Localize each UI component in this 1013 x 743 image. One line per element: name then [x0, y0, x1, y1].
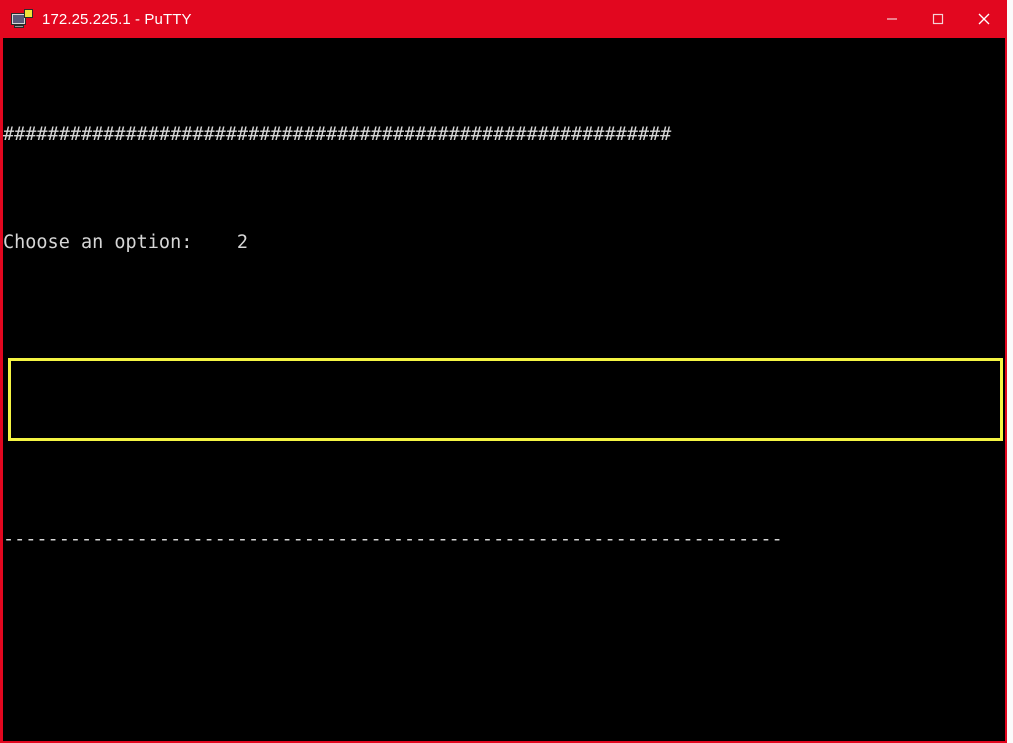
blank-row-2: [3, 418, 1005, 445]
titlebar-left: 172.25.225.1 - PuTTY: [0, 0, 192, 38]
window-controls: [869, 0, 1007, 38]
minimize-button[interactable]: [869, 0, 915, 38]
blank-row-3: [3, 634, 1005, 661]
separator-hash: ########################################…: [3, 124, 672, 145]
desktop-background: [1007, 0, 1013, 743]
previous-prompt-row: Choose an option: 2: [3, 229, 1005, 256]
blank-row-1: [3, 337, 1005, 364]
window-title: 172.25.225.1 - PuTTY: [42, 10, 192, 28]
previous-prompt-label: Choose an option:: [3, 232, 193, 253]
terminal-text-buffer: ########################################…: [3, 38, 1005, 741]
maximize-button[interactable]: [915, 0, 961, 38]
previous-choice-value: 2: [236, 232, 249, 253]
separator-dash-top: ----------------------------------------…: [3, 529, 783, 550]
putty-icon: [11, 9, 33, 29]
close-button[interactable]: [961, 0, 1007, 38]
titlebar[interactable]: 172.25.225.1 - PuTTY: [0, 0, 1007, 38]
terminal-screen[interactable]: ########################################…: [3, 38, 1005, 741]
putty-window: 172.25.225.1 - PuTTY ###################…: [0, 0, 1007, 743]
separator-hash-row: ########################################…: [3, 121, 1005, 148]
separator-dash-top-row: ----------------------------------------…: [3, 526, 1005, 553]
terminal-frame: ########################################…: [0, 38, 1007, 743]
